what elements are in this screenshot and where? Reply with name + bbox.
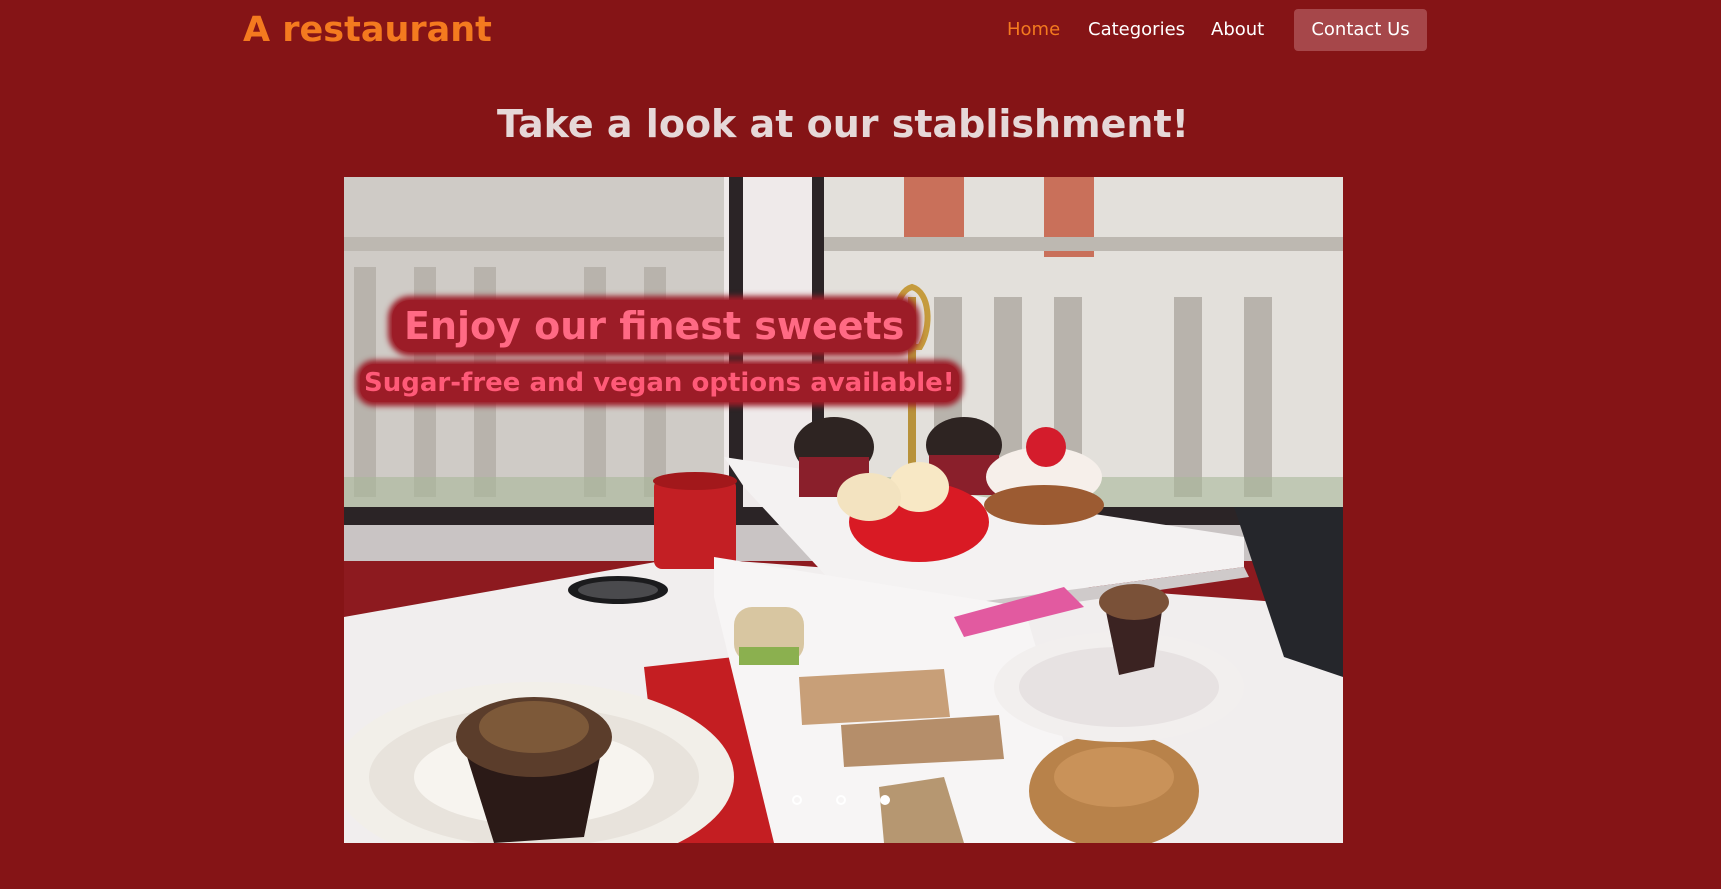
carousel-caption-subtitle: Sugar-free and vegan options available! [360, 364, 959, 402]
top-navbar: A restaurant Home Categories About Conta… [0, 0, 1721, 62]
nav-link-about[interactable]: About [1211, 9, 1264, 51]
carousel-indicator-2[interactable] [836, 795, 846, 805]
carousel-indicator-1[interactable] [792, 795, 802, 805]
carousel-slide-image [344, 177, 1343, 843]
image-carousel[interactable]: Enjoy our finest sweets Sugar-free and v… [344, 177, 1343, 843]
carousel-indicators [344, 793, 1343, 813]
nav-link-home[interactable]: Home [1007, 9, 1060, 51]
carousel-caption-title: Enjoy our finest sweets [392, 300, 917, 352]
main-nav: Home Categories About Contact Us [0, 9, 1721, 51]
carousel-indicator-3[interactable] [880, 795, 890, 805]
nav-link-categories[interactable]: Categories [1088, 9, 1185, 51]
page-title: Take a look at our stablishment! [497, 102, 1189, 146]
contact-us-button[interactable]: Contact Us [1294, 9, 1427, 51]
